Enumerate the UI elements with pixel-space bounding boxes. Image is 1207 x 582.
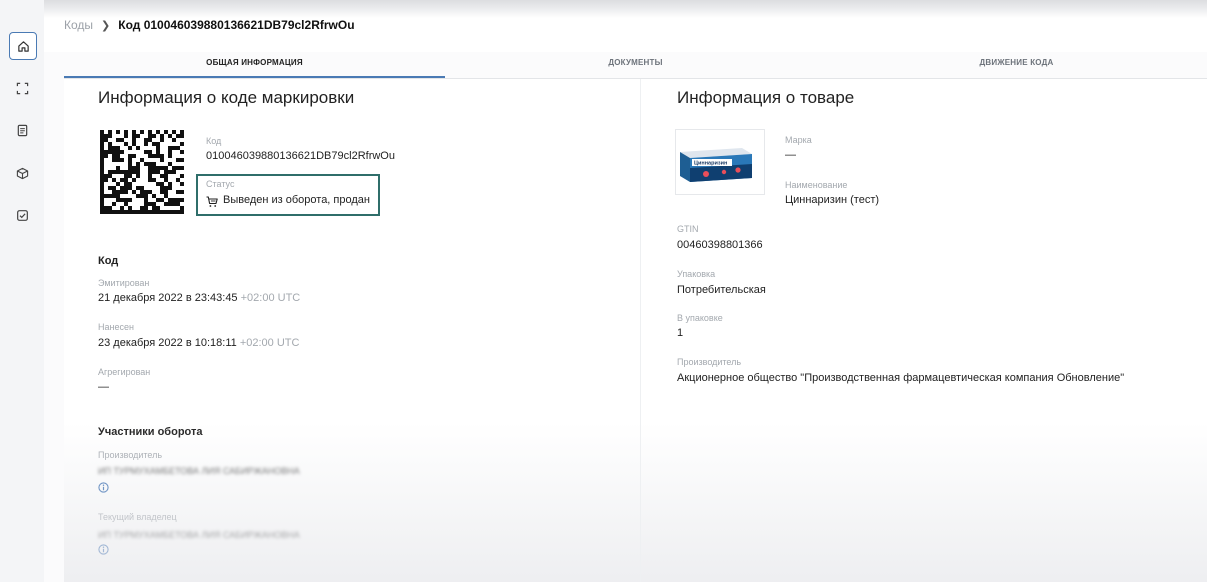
applied-label: Нанесен (98, 322, 134, 332)
aggregated-value: — (98, 381, 109, 393)
cart-icon (206, 196, 218, 207)
package-value: Потребительская (677, 284, 766, 296)
breadcrumb: Коды ❯ Код 010046039880136621DB79cl2Rfrw… (64, 18, 355, 32)
in-package-value: 1 (677, 327, 684, 339)
manufacturer-value: Акционерное общество "Производственная ф… (677, 372, 1125, 384)
main-area: Коды ❯ Код 010046039880136621DB79cl2Rfrw… (44, 0, 1207, 582)
product-info-panel: Информация о товаре Циннаризин Марка — Н… (641, 79, 1207, 582)
info-icon[interactable] (98, 544, 109, 555)
sidebar-item-products[interactable] (9, 160, 35, 186)
status-label: Статус (206, 179, 235, 189)
applied-value: 23 декабря 2022 в 10:18:11 +02:00 UTC (98, 337, 299, 349)
tab-code-movement[interactable]: ДВИЖЕНИЕ КОДА (826, 52, 1207, 78)
tab-documents[interactable]: ДОКУМЕНТЫ (445, 52, 826, 78)
owner-label: Текущий владелец (98, 512, 177, 522)
participants-title: Участники оборота (98, 426, 203, 438)
in-package-label: В упаковке (677, 313, 723, 323)
bottom-shade (641, 422, 1207, 582)
product-image: Циннаризин (675, 129, 765, 195)
document-icon (17, 124, 27, 136)
producer-label: Производитель (98, 450, 163, 460)
code-value: 010046039880136621DB79cl2RfrwOu (206, 150, 395, 162)
sidebar-item-documents[interactable] (9, 117, 35, 143)
code-info-panel: Информация о коде маркировки Код 0100460… (64, 79, 641, 582)
code-info-title: Информация о коде маркировки (98, 88, 355, 107)
top-bar: Коды ❯ Код 010046039880136621DB79cl2Rfrw… (44, 0, 1207, 52)
brand-label: Марка (785, 135, 812, 145)
brand-value: — (785, 149, 796, 161)
status-value: Выведен из оборота, продан (223, 194, 370, 206)
scan-icon (16, 82, 28, 94)
producer-value: ИП ТУРМУХАМБЕТОВА ЛИЯ САБИРЖАНОВНА (98, 466, 300, 476)
owner-value: ИП ТУРМУХАМБЕТОВА ЛИЯ САБИРЖАНОВНА (98, 530, 300, 540)
applied-date: 23 декабря 2022 в 10:18:11 (98, 337, 237, 349)
code-label: Код (206, 136, 222, 146)
box-icon (16, 167, 28, 179)
sidebar (0, 0, 45, 582)
emitted-value: 21 декабря 2022 в 23:43:45 +02:00 UTC (98, 292, 300, 304)
box-text: Циннаризин (694, 161, 727, 167)
home-icon (17, 40, 29, 52)
page-title: Код 010046039880136621DB79cl2RfrwOu (118, 18, 355, 32)
product-box-illustration: Циннаризин (680, 148, 752, 182)
chevron-right-icon: ❯ (101, 19, 111, 32)
emitted-timezone: +02:00 UTC (240, 292, 301, 304)
info-icon[interactable] (98, 482, 109, 493)
content-area: Информация о коде маркировки Код 0100460… (64, 79, 1207, 582)
sidebar-item-home[interactable] (9, 32, 37, 60)
name-label: Наименование (785, 180, 848, 190)
product-info-title: Информация о товаре (677, 88, 855, 107)
aggregated-label: Агрегирован (98, 367, 151, 377)
applied-timezone: +02:00 UTC (239, 337, 300, 349)
emitted-label: Эмитирован (98, 278, 150, 288)
name-value: Циннаризин (тест) (785, 194, 880, 206)
tab-general-info[interactable]: ОБЩАЯ ИНФОРМАЦИЯ (64, 52, 445, 78)
breadcrumb-codes-link[interactable]: Коды (64, 18, 93, 32)
checkbox-icon (16, 209, 28, 221)
gtin-value: 00460398801366 (677, 239, 763, 251)
tab-bar: ОБЩАЯ ИНФОРМАЦИЯ ДОКУМЕНТЫ ДВИЖЕНИЕ КОДА (64, 52, 1207, 79)
gtin-label: GTIN (677, 224, 699, 234)
status-box: Статус Выведен из оборота, продан (196, 174, 380, 216)
code-section-title: Код (98, 255, 119, 267)
sidebar-item-scan[interactable] (9, 75, 35, 101)
package-label: Упаковка (677, 269, 716, 279)
datamatrix-code (100, 130, 184, 214)
bottom-shade (64, 422, 640, 582)
sidebar-item-tasks[interactable] (9, 202, 35, 228)
manufacturer-label: Производитель (677, 357, 742, 367)
emitted-date: 21 декабря 2022 в 23:43:45 (98, 292, 238, 304)
